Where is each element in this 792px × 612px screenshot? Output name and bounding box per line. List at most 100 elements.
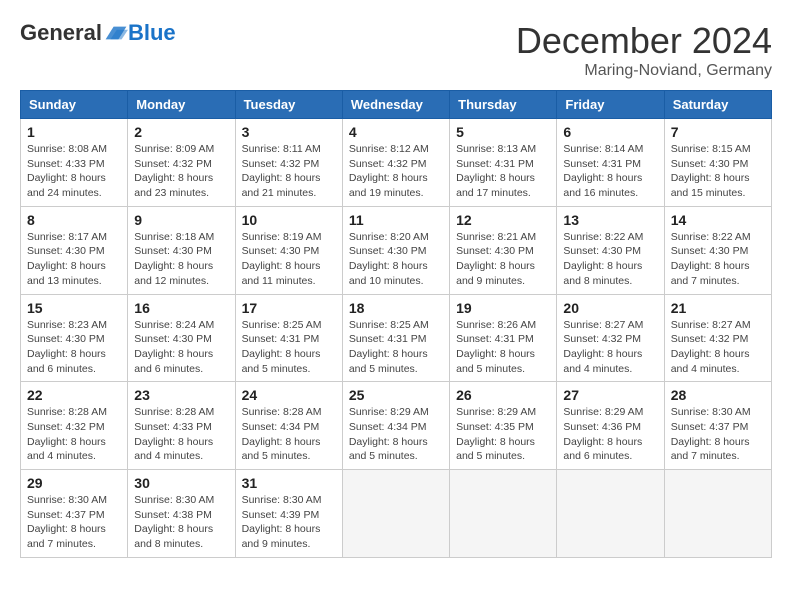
column-header-saturday: Saturday bbox=[664, 91, 771, 119]
day-detail: Sunrise: 8:27 AM Sunset: 4:32 PM Dayligh… bbox=[563, 318, 657, 377]
day-cell: 15 Sunrise: 8:23 AM Sunset: 4:30 PM Dayl… bbox=[21, 294, 128, 382]
day-cell: 8 Sunrise: 8:17 AM Sunset: 4:30 PM Dayli… bbox=[21, 206, 128, 294]
day-detail: Sunrise: 8:15 AM Sunset: 4:30 PM Dayligh… bbox=[671, 142, 765, 201]
day-cell: 7 Sunrise: 8:15 AM Sunset: 4:30 PM Dayli… bbox=[664, 119, 771, 207]
day-number: 11 bbox=[349, 212, 443, 228]
day-cell: 5 Sunrise: 8:13 AM Sunset: 4:31 PM Dayli… bbox=[450, 119, 557, 207]
day-number: 1 bbox=[27, 124, 121, 140]
day-cell: 11 Sunrise: 8:20 AM Sunset: 4:30 PM Dayl… bbox=[342, 206, 449, 294]
day-number: 24 bbox=[242, 387, 336, 403]
week-row-5: 29 Sunrise: 8:30 AM Sunset: 4:37 PM Dayl… bbox=[21, 470, 772, 558]
day-detail: Sunrise: 8:22 AM Sunset: 4:30 PM Dayligh… bbox=[563, 230, 657, 289]
day-detail: Sunrise: 8:26 AM Sunset: 4:31 PM Dayligh… bbox=[456, 318, 550, 377]
column-header-tuesday: Tuesday bbox=[235, 91, 342, 119]
calendar-table: SundayMondayTuesdayWednesdayThursdayFrid… bbox=[20, 90, 772, 558]
day-number: 31 bbox=[242, 475, 336, 491]
day-cell: 14 Sunrise: 8:22 AM Sunset: 4:30 PM Dayl… bbox=[664, 206, 771, 294]
day-cell: 4 Sunrise: 8:12 AM Sunset: 4:32 PM Dayli… bbox=[342, 119, 449, 207]
day-number: 21 bbox=[671, 300, 765, 316]
day-number: 30 bbox=[134, 475, 228, 491]
day-detail: Sunrise: 8:30 AM Sunset: 4:38 PM Dayligh… bbox=[134, 493, 228, 552]
day-detail: Sunrise: 8:11 AM Sunset: 4:32 PM Dayligh… bbox=[242, 142, 336, 201]
day-detail: Sunrise: 8:12 AM Sunset: 4:32 PM Dayligh… bbox=[349, 142, 443, 201]
day-number: 5 bbox=[456, 124, 550, 140]
day-detail: Sunrise: 8:14 AM Sunset: 4:31 PM Dayligh… bbox=[563, 142, 657, 201]
day-cell bbox=[557, 470, 664, 558]
day-detail: Sunrise: 8:30 AM Sunset: 4:39 PM Dayligh… bbox=[242, 493, 336, 552]
day-cell: 31 Sunrise: 8:30 AM Sunset: 4:39 PM Dayl… bbox=[235, 470, 342, 558]
day-number: 17 bbox=[242, 300, 336, 316]
day-cell bbox=[342, 470, 449, 558]
day-detail: Sunrise: 8:19 AM Sunset: 4:30 PM Dayligh… bbox=[242, 230, 336, 289]
day-detail: Sunrise: 8:29 AM Sunset: 4:35 PM Dayligh… bbox=[456, 405, 550, 464]
week-row-1: 1 Sunrise: 8:08 AM Sunset: 4:33 PM Dayli… bbox=[21, 119, 772, 207]
title-block: December 2024 Maring-Noviand, Germany bbox=[516, 20, 772, 80]
day-cell: 24 Sunrise: 8:28 AM Sunset: 4:34 PM Dayl… bbox=[235, 382, 342, 470]
day-cell: 16 Sunrise: 8:24 AM Sunset: 4:30 PM Dayl… bbox=[128, 294, 235, 382]
logo-blue: Blue bbox=[128, 20, 176, 46]
day-detail: Sunrise: 8:13 AM Sunset: 4:31 PM Dayligh… bbox=[456, 142, 550, 201]
column-header-wednesday: Wednesday bbox=[342, 91, 449, 119]
logo-icon bbox=[104, 21, 128, 45]
day-cell: 17 Sunrise: 8:25 AM Sunset: 4:31 PM Dayl… bbox=[235, 294, 342, 382]
column-header-friday: Friday bbox=[557, 91, 664, 119]
day-cell: 18 Sunrise: 8:25 AM Sunset: 4:31 PM Dayl… bbox=[342, 294, 449, 382]
day-number: 28 bbox=[671, 387, 765, 403]
day-cell: 30 Sunrise: 8:30 AM Sunset: 4:38 PM Dayl… bbox=[128, 470, 235, 558]
day-number: 7 bbox=[671, 124, 765, 140]
logo: General Blue bbox=[20, 20, 176, 46]
day-cell: 27 Sunrise: 8:29 AM Sunset: 4:36 PM Dayl… bbox=[557, 382, 664, 470]
day-cell bbox=[664, 470, 771, 558]
day-detail: Sunrise: 8:30 AM Sunset: 4:37 PM Dayligh… bbox=[671, 405, 765, 464]
calendar-subtitle: Maring-Noviand, Germany bbox=[516, 62, 772, 80]
day-detail: Sunrise: 8:28 AM Sunset: 4:34 PM Dayligh… bbox=[242, 405, 336, 464]
column-header-sunday: Sunday bbox=[21, 91, 128, 119]
day-detail: Sunrise: 8:17 AM Sunset: 4:30 PM Dayligh… bbox=[27, 230, 121, 289]
day-detail: Sunrise: 8:08 AM Sunset: 4:33 PM Dayligh… bbox=[27, 142, 121, 201]
day-detail: Sunrise: 8:27 AM Sunset: 4:32 PM Dayligh… bbox=[671, 318, 765, 377]
day-number: 3 bbox=[242, 124, 336, 140]
day-cell: 25 Sunrise: 8:29 AM Sunset: 4:34 PM Dayl… bbox=[342, 382, 449, 470]
day-detail: Sunrise: 8:29 AM Sunset: 4:36 PM Dayligh… bbox=[563, 405, 657, 464]
column-header-thursday: Thursday bbox=[450, 91, 557, 119]
day-cell: 13 Sunrise: 8:22 AM Sunset: 4:30 PM Dayl… bbox=[557, 206, 664, 294]
day-cell: 21 Sunrise: 8:27 AM Sunset: 4:32 PM Dayl… bbox=[664, 294, 771, 382]
day-number: 4 bbox=[349, 124, 443, 140]
day-number: 20 bbox=[563, 300, 657, 316]
day-cell: 6 Sunrise: 8:14 AM Sunset: 4:31 PM Dayli… bbox=[557, 119, 664, 207]
day-detail: Sunrise: 8:24 AM Sunset: 4:30 PM Dayligh… bbox=[134, 318, 228, 377]
day-number: 8 bbox=[27, 212, 121, 228]
week-row-2: 8 Sunrise: 8:17 AM Sunset: 4:30 PM Dayli… bbox=[21, 206, 772, 294]
day-cell: 29 Sunrise: 8:30 AM Sunset: 4:37 PM Dayl… bbox=[21, 470, 128, 558]
day-detail: Sunrise: 8:20 AM Sunset: 4:30 PM Dayligh… bbox=[349, 230, 443, 289]
day-number: 15 bbox=[27, 300, 121, 316]
day-number: 6 bbox=[563, 124, 657, 140]
day-cell: 1 Sunrise: 8:08 AM Sunset: 4:33 PM Dayli… bbox=[21, 119, 128, 207]
day-detail: Sunrise: 8:09 AM Sunset: 4:32 PM Dayligh… bbox=[134, 142, 228, 201]
day-cell: 10 Sunrise: 8:19 AM Sunset: 4:30 PM Dayl… bbox=[235, 206, 342, 294]
day-detail: Sunrise: 8:29 AM Sunset: 4:34 PM Dayligh… bbox=[349, 405, 443, 464]
day-cell bbox=[450, 470, 557, 558]
day-cell: 26 Sunrise: 8:29 AM Sunset: 4:35 PM Dayl… bbox=[450, 382, 557, 470]
day-number: 19 bbox=[456, 300, 550, 316]
day-number: 25 bbox=[349, 387, 443, 403]
day-number: 16 bbox=[134, 300, 228, 316]
day-number: 18 bbox=[349, 300, 443, 316]
day-number: 9 bbox=[134, 212, 228, 228]
day-number: 2 bbox=[134, 124, 228, 140]
logo-general: General bbox=[20, 20, 102, 46]
day-detail: Sunrise: 8:30 AM Sunset: 4:37 PM Dayligh… bbox=[27, 493, 121, 552]
calendar-title: December 2024 bbox=[516, 20, 772, 62]
day-number: 12 bbox=[456, 212, 550, 228]
day-number: 13 bbox=[563, 212, 657, 228]
day-number: 23 bbox=[134, 387, 228, 403]
day-cell: 28 Sunrise: 8:30 AM Sunset: 4:37 PM Dayl… bbox=[664, 382, 771, 470]
day-cell: 2 Sunrise: 8:09 AM Sunset: 4:32 PM Dayli… bbox=[128, 119, 235, 207]
day-detail: Sunrise: 8:25 AM Sunset: 4:31 PM Dayligh… bbox=[349, 318, 443, 377]
header-row: SundayMondayTuesdayWednesdayThursdayFrid… bbox=[21, 91, 772, 119]
page-header: General Blue December 2024 Maring-Novian… bbox=[20, 20, 772, 80]
day-number: 27 bbox=[563, 387, 657, 403]
column-header-monday: Monday bbox=[128, 91, 235, 119]
day-detail: Sunrise: 8:23 AM Sunset: 4:30 PM Dayligh… bbox=[27, 318, 121, 377]
day-number: 14 bbox=[671, 212, 765, 228]
